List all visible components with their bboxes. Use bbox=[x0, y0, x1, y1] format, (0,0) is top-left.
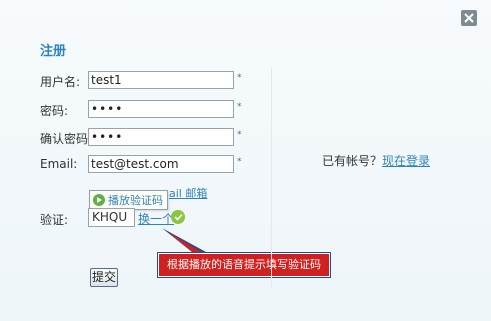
register-dialog: 注册 用户名: test1 * 密码: •••• * 确认密码: •••• * … bbox=[0, 0, 491, 321]
login-link[interactable]: 现在登录 bbox=[382, 154, 430, 168]
email-required-mark: * bbox=[237, 157, 242, 167]
dialog-title: 注册 bbox=[40, 44, 67, 59]
close-icon[interactable] bbox=[461, 10, 477, 26]
email-hint-link[interactable]: ail 邮箱 bbox=[169, 185, 207, 201]
captcha-hint-callout: 根据播放的语音提示填写验证码 bbox=[157, 252, 331, 278]
email-input[interactable]: test@test.com bbox=[88, 155, 234, 173]
login-prompt: 已有帐号？现在登录 bbox=[322, 152, 430, 169]
play-captcha-button[interactable]: 播放验证码 bbox=[89, 190, 168, 210]
refresh-captcha-link[interactable]: 换一个 bbox=[138, 210, 174, 227]
column-divider bbox=[271, 68, 272, 288]
check-icon bbox=[171, 210, 185, 224]
captcha-label: 验证: bbox=[40, 213, 69, 227]
username-required-mark: * bbox=[237, 73, 242, 83]
username-input[interactable]: test1 bbox=[88, 71, 234, 89]
password-label: 密码: bbox=[40, 104, 69, 118]
confirm-password-input[interactable]: •••• bbox=[88, 128, 234, 146]
submit-button[interactable]: 提交 bbox=[90, 268, 118, 287]
confirm-password-label: 确认密码: bbox=[40, 132, 93, 146]
email-label: Email: bbox=[40, 157, 78, 171]
captcha-input[interactable]: KHQU bbox=[88, 208, 135, 227]
username-label: 用户名: bbox=[40, 75, 81, 89]
have-account-text: 已有帐号？ bbox=[322, 154, 383, 168]
password-input[interactable]: •••• bbox=[88, 100, 234, 118]
play-captcha-label: 播放验证码 bbox=[108, 194, 163, 207]
confirm-required-mark: * bbox=[237, 130, 242, 140]
play-icon bbox=[93, 194, 105, 206]
password-required-mark: * bbox=[237, 102, 242, 112]
